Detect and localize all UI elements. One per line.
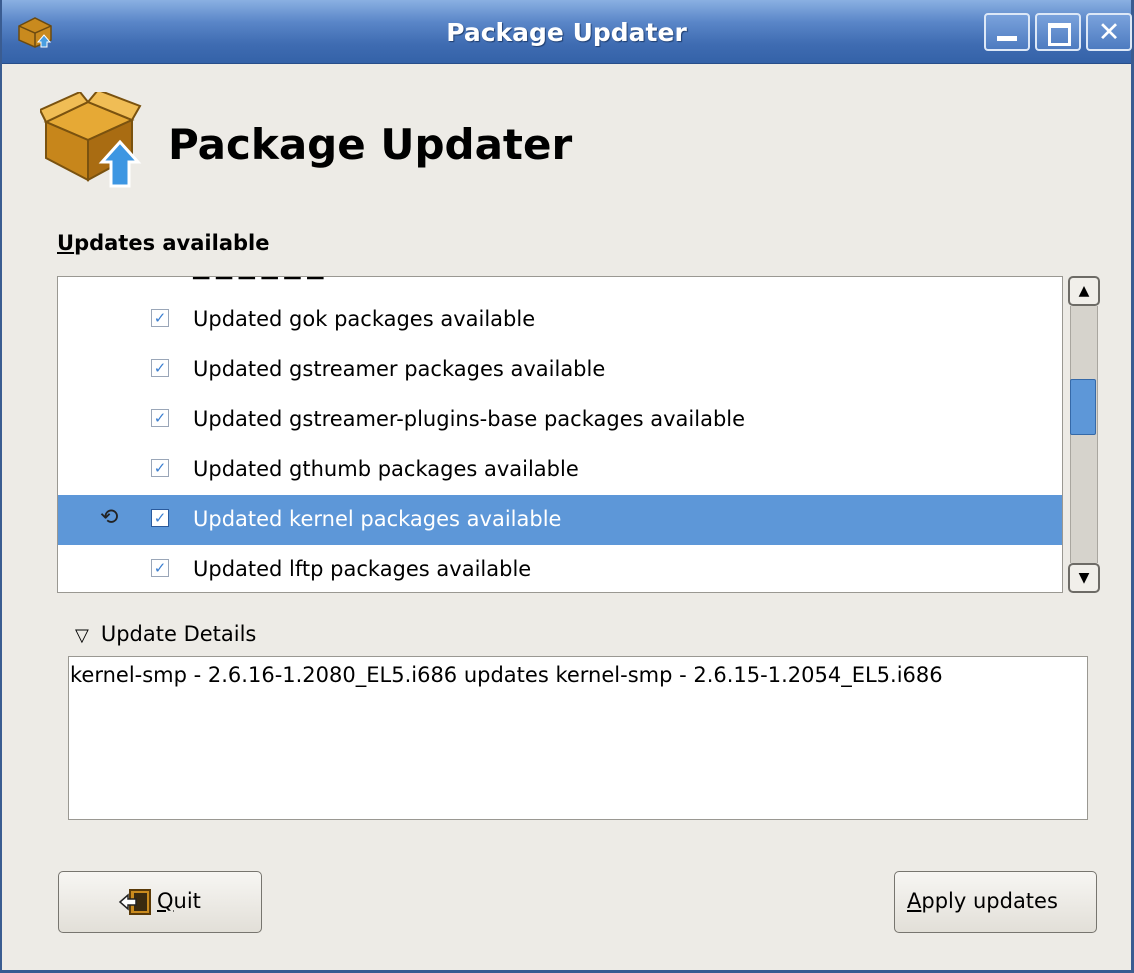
arrow-up-icon: ▲: [1078, 283, 1090, 299]
quit-label-rest: uit: [173, 889, 201, 913]
update-details-textview[interactable]: kernel-smp - 2.6.16-1.2080_EL5.i686 upda…: [68, 656, 1088, 820]
list-item-label: Updated kernel packages available: [193, 507, 562, 531]
list-item[interactable]: ✓ Updated gstreamer packages available: [58, 345, 1062, 395]
updates-available-label: Updates available: [57, 231, 269, 255]
update-checkbox[interactable]: ✓: [151, 309, 169, 327]
title-bar[interactable]: Package Updater ✕: [2, 0, 1132, 64]
scroll-up-button[interactable]: ▲: [1068, 276, 1100, 306]
apply-updates-label: Apply updates: [907, 889, 1058, 913]
maximize-button[interactable]: [1035, 13, 1081, 51]
update-checkbox[interactable]: ✓: [151, 359, 169, 377]
quit-button[interactable]: Quit: [58, 871, 262, 933]
updates-label-rest: pdates available: [74, 231, 270, 255]
window-title: Package Updater: [446, 18, 687, 47]
update-checkbox[interactable]: ✓: [151, 409, 169, 427]
list-item-label: Updated gstreamer-plugins-base packages …: [193, 407, 746, 431]
package-updater-window: Package Updater ✕ Package Updater Update…: [0, 0, 1134, 973]
updates-label-accel: U: [57, 231, 75, 255]
close-icon: ✕: [1097, 17, 1121, 48]
expander-triangle-icon: ▽: [75, 625, 89, 646]
maximize-icon: [1048, 23, 1071, 46]
updates-list[interactable]: ▁ ▁ ▁ ▁ ▁ ▁ ✓ Updated gok packages avail…: [57, 276, 1063, 593]
update-details-expander[interactable]: ▽ Update Details: [75, 622, 256, 646]
quit-icon: [118, 889, 151, 915]
update-details-text: kernel-smp - 2.6.16-1.2080_EL5.i686 upda…: [70, 663, 943, 687]
arrow-down-icon: ▼: [1078, 570, 1090, 586]
package-box-icon: [40, 92, 142, 188]
close-button[interactable]: ✕: [1086, 13, 1132, 51]
scroll-down-button[interactable]: ▼: [1068, 563, 1100, 593]
list-item[interactable]: ✓ Updated lftp packages available: [58, 545, 1062, 592]
busy-spinner-icon: ⟲: [100, 505, 119, 530]
page-title: Package Updater: [168, 120, 573, 169]
apply-label-rest: pply updates: [921, 889, 1058, 913]
apply-accel: A: [907, 889, 922, 913]
list-item[interactable]: ✓ Updated gok packages available: [58, 295, 1062, 345]
minimize-button[interactable]: [984, 13, 1030, 51]
update-checkbox[interactable]: ✓: [151, 459, 169, 477]
update-details-label: Update Details: [100, 622, 257, 646]
update-checkbox[interactable]: ✓: [151, 509, 169, 527]
apply-updates-button[interactable]: Apply updates: [894, 871, 1097, 933]
list-item-label: Updated gstreamer packages available: [193, 357, 606, 381]
minimize-icon: [997, 36, 1017, 41]
quit-accel: Q: [157, 889, 174, 913]
list-item-selected[interactable]: ⟲ ✓ Updated kernel packages available: [58, 495, 1062, 545]
partial-row-clipped: ▁ ▁ ▁ ▁ ▁ ▁: [193, 277, 323, 279]
quit-label: Quit: [157, 889, 201, 913]
scroll-thumb[interactable]: [1070, 379, 1096, 435]
list-item-label: Updated gthumb packages available: [193, 457, 579, 481]
list-item-label: Updated gok packages available: [193, 307, 536, 331]
update-checkbox[interactable]: ✓: [151, 559, 169, 577]
list-item-label: Updated lftp packages available: [193, 557, 532, 581]
list-item[interactable]: ✓ Updated gthumb packages available: [58, 445, 1062, 495]
list-item[interactable]: ✓ Updated gstreamer-plugins-base package…: [58, 395, 1062, 445]
